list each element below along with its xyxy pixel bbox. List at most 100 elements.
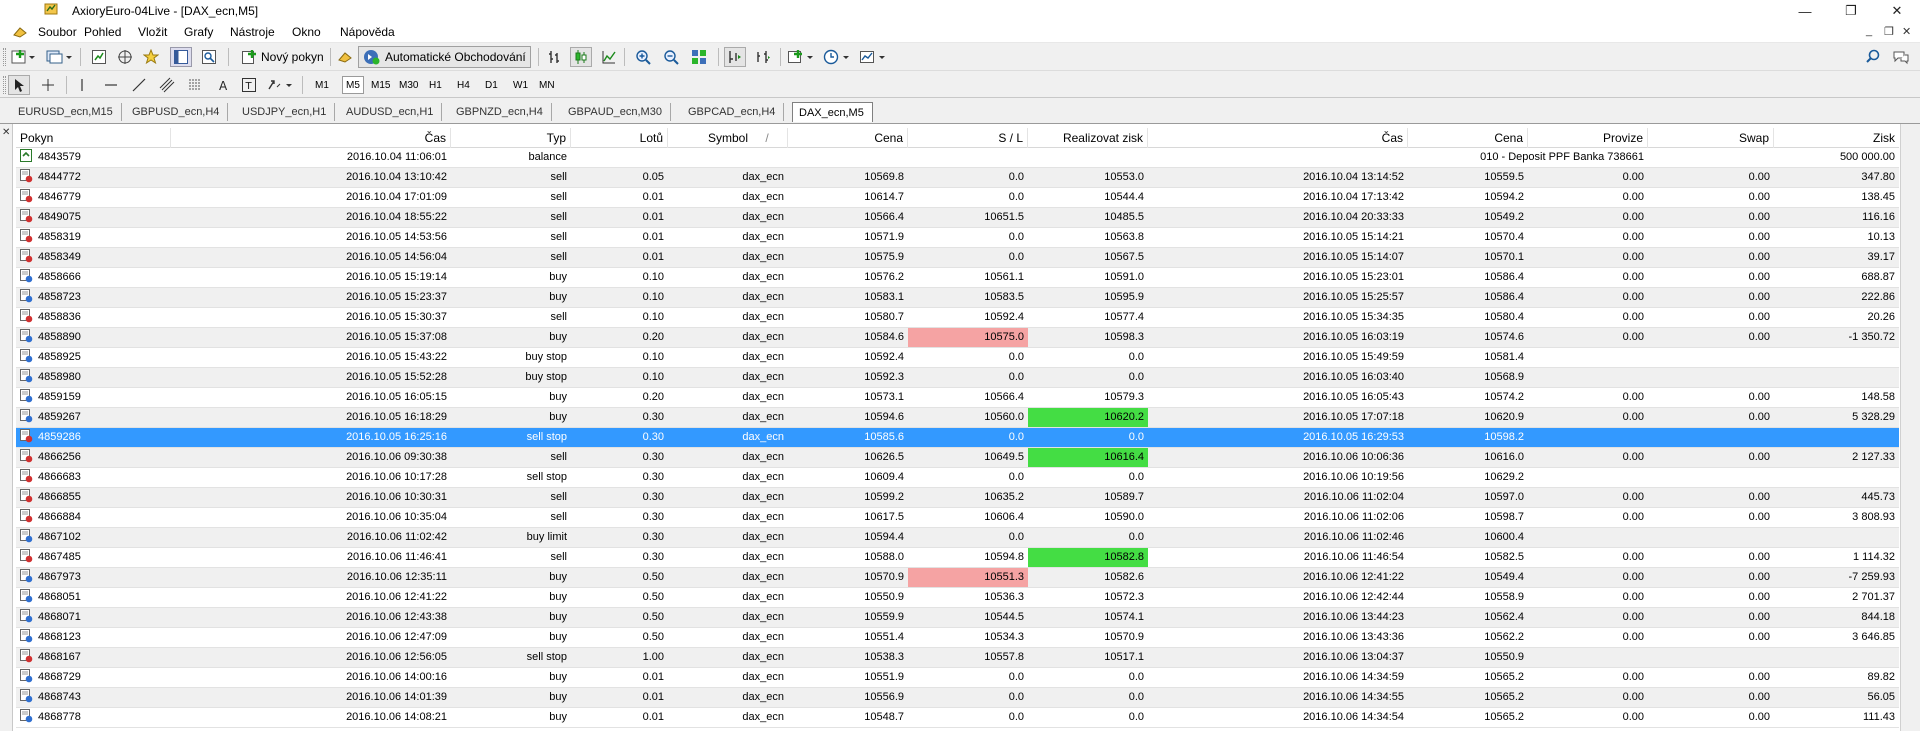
table-row[interactable]: 4858349 2016.10.05 14:56:04 sell 0.01 dax_ec… [16, 248, 1899, 268]
mdi-restore-button[interactable]: ❐ [1884, 25, 1894, 38]
table-row[interactable]: 4868123 2016.10.06 12:47:09 buy 0.50 dax_ecn… [16, 628, 1899, 648]
maximize-button[interactable]: ❐ [1828, 0, 1874, 22]
trendline-icon[interactable] [128, 75, 150, 95]
fibonacci-icon[interactable] [184, 75, 206, 95]
metaeditor-icon[interactable] [334, 47, 356, 67]
indicators-icon[interactable] [786, 47, 816, 67]
periods-icon[interactable] [822, 47, 852, 67]
search-icon[interactable] [1862, 47, 1884, 67]
table-row[interactable]: 4858890 2016.10.05 15:37:08 buy 0.20 dax_ecn… [16, 328, 1899, 348]
profiles-icon[interactable] [44, 47, 74, 67]
table-row[interactable]: 4859286 2016.10.05 16:25:16 sell stop 0.30 d… [16, 428, 1899, 448]
table-row[interactable]: 4867485 2016.10.06 11:46:41 sell 0.30 dax_ec… [16, 548, 1899, 568]
column-header-swap[interactable]: Swap [1648, 128, 1774, 148]
timeframe-h4[interactable]: H4 [454, 76, 473, 94]
menu-okno[interactable]: Okno [292, 25, 321, 39]
column-header-order[interactable]: Pokyn [16, 128, 171, 148]
autoscroll-icon[interactable] [752, 47, 774, 67]
table-row[interactable]: 4859159 2016.10.05 16:05:15 buy 0.20 dax_ecn… [16, 388, 1899, 408]
close-button[interactable]: ✕ [1874, 0, 1920, 22]
table-row[interactable]: 4858836 2016.10.05 15:30:37 sell 0.10 dax_ec… [16, 308, 1899, 328]
table-row[interactable]: 4868743 2016.10.06 14:01:39 buy 0.01 dax_ecn… [16, 688, 1899, 708]
menu-nastroje[interactable]: Nástroje [230, 25, 275, 39]
table-row[interactable]: 4867102 2016.10.06 11:02:42 buy limit 0.30 d… [16, 528, 1899, 548]
timeframe-h1[interactable]: H1 [426, 76, 445, 94]
timeframe-m1[interactable]: M1 [312, 76, 332, 94]
tab-eurusd-m15[interactable]: EURUSD_ecn,M15 [12, 103, 122, 121]
navigator-icon[interactable] [140, 47, 162, 67]
table-row[interactable]: 4849075 2016.10.04 18:55:22 sell 0.01 dax_ec… [16, 208, 1899, 228]
zoom-in-icon[interactable] [632, 47, 654, 67]
column-header-price[interactable]: Cena [788, 128, 908, 148]
column-header-close-price[interactable]: Cena [1408, 128, 1528, 148]
menu-napoveda[interactable]: Nápověda [340, 25, 395, 39]
table-row[interactable]: 4844772 2016.10.04 13:10:42 sell 0.05 dax_ec… [16, 168, 1899, 188]
tile-windows-icon[interactable] [688, 47, 710, 67]
equidistant-channel-icon[interactable] [156, 75, 178, 95]
column-header-symbol[interactable]: Symbol / [668, 128, 788, 148]
tab-gbpusd-h4[interactable]: GBPUSD_ecn,H4 [126, 103, 229, 121]
cursor-icon[interactable] [8, 75, 30, 95]
toolbar-grip[interactable] [3, 48, 6, 66]
table-row[interactable]: 4866256 2016.10.06 09:30:38 sell 0.30 dax_ec… [16, 448, 1899, 468]
table-row[interactable]: 4868071 2016.10.06 12:43:38 buy 0.50 dax_ecn… [16, 608, 1899, 628]
column-header-lots[interactable]: Lotů [571, 128, 668, 148]
text-label-icon[interactable]: T [238, 75, 260, 95]
data-window-icon[interactable] [114, 47, 136, 67]
close-panel-icon[interactable]: ✕ [2, 127, 10, 138]
table-row[interactable]: 4868051 2016.10.06 12:41:22 buy 0.50 dax_ecn… [16, 588, 1899, 608]
table-row[interactable]: 4858723 2016.10.05 15:23:37 buy 0.10 dax_ecn… [16, 288, 1899, 308]
timeframe-m5[interactable]: M5 [342, 76, 364, 94]
table-row[interactable]: 4868729 2016.10.06 14:00:16 buy 0.01 dax_ecn… [16, 668, 1899, 688]
strategy-tester-icon[interactable] [198, 47, 220, 67]
table-row[interactable]: 4858980 2016.10.05 15:52:28 buy stop 0.10 da… [16, 368, 1899, 388]
table-row[interactable]: 4858319 2016.10.05 14:53:56 sell 0.01 dax_ec… [16, 228, 1899, 248]
candlestick-icon[interactable] [570, 47, 592, 67]
table-row[interactable]: 4846779 2016.10.04 17:01:09 sell 0.01 dax_ec… [16, 188, 1899, 208]
terminal-icon[interactable] [170, 47, 192, 67]
menu-grafy[interactable]: Grafy [184, 25, 213, 39]
new-order-button[interactable]: Nový pokyn [236, 46, 329, 68]
column-header-tp[interactable]: Realizovat zisk [1028, 128, 1148, 148]
table-row[interactable]: 4866683 2016.10.06 10:17:28 sell stop 0.30 d… [16, 468, 1899, 488]
autotrading-button[interactable]: Automatické Obchodování [358, 46, 531, 68]
bar-chart-icon[interactable] [544, 47, 566, 67]
vertical-scrollbar[interactable] [1900, 124, 1920, 731]
timeframe-m15[interactable]: M15 [368, 76, 393, 94]
tab-dax-m5[interactable]: DAX_ecn,M5 [792, 102, 873, 122]
document-menu-icon[interactable] [12, 25, 28, 39]
mdi-minimize-button[interactable]: _ [1866, 25, 1872, 37]
text-icon[interactable]: A [212, 75, 234, 95]
chart-shift-icon[interactable] [724, 47, 746, 67]
templates-icon[interactable] [858, 47, 888, 67]
crosshair-icon[interactable] [37, 75, 59, 95]
column-header-time[interactable]: Čas [171, 128, 451, 148]
timeframe-mn[interactable]: MN [536, 76, 558, 94]
table-row[interactable]: 4868167 2016.10.06 12:56:05 sell stop 1.00 d… [16, 648, 1899, 668]
menu-soubor[interactable]: Soubor [38, 25, 77, 39]
table-row[interactable]: 4868778 2016.10.06 14:08:21 buy 0.01 dax_ecn… [16, 708, 1899, 728]
menu-vlozit[interactable]: Vložit [138, 25, 167, 39]
mdi-close-button[interactable]: ✕ [1902, 25, 1911, 38]
new-chart-icon[interactable] [10, 47, 38, 67]
column-header-sl[interactable]: S / L [908, 128, 1028, 148]
toolbar-grip[interactable] [3, 76, 6, 94]
menu-pohled[interactable]: Pohled [84, 25, 121, 39]
table-row[interactable]: 4866884 2016.10.06 10:35:04 sell 0.30 dax_ec… [16, 508, 1899, 528]
column-header-profit[interactable]: Zisk [1774, 128, 1899, 148]
vertical-line-icon[interactable] [71, 75, 93, 95]
tab-gbpcad-h4[interactable]: GBPCAD_ecn,H4 [682, 103, 785, 121]
table-row[interactable]: 4858666 2016.10.05 15:19:14 buy 0.10 dax_ecn… [16, 268, 1899, 288]
timeframe-m30[interactable]: M30 [396, 76, 421, 94]
arrows-icon[interactable] [266, 75, 296, 95]
line-chart-icon[interactable] [598, 47, 620, 67]
column-header-close-time[interactable]: Čas [1148, 128, 1408, 148]
column-header-type[interactable]: Typ [451, 128, 571, 148]
timeframe-w1[interactable]: W1 [510, 76, 531, 94]
table-row[interactable]: 4859267 2016.10.05 16:18:29 buy 0.30 dax_ecn… [16, 408, 1899, 428]
minimize-button[interactable]: — [1782, 0, 1828, 22]
horizontal-line-icon[interactable] [100, 75, 122, 95]
tab-audusd-h1[interactable]: AUDUSD_ecn,H1 [340, 103, 443, 121]
table-row[interactable]: 4866855 2016.10.06 10:30:31 sell 0.30 dax_ec… [16, 488, 1899, 508]
table-row[interactable]: 4843579 2016.10.04 11:06:01 balance 010 - D… [16, 148, 1899, 168]
